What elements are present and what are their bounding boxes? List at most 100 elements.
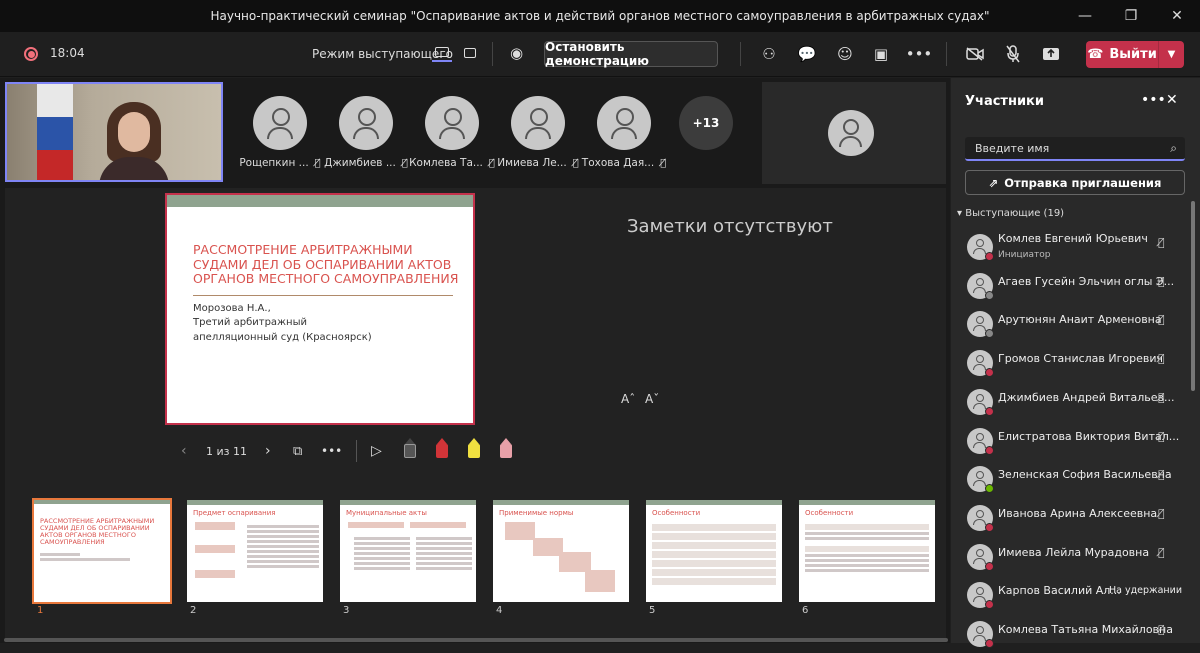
slide-thumbnail[interactable]: Муниципальные акты <box>340 500 476 602</box>
more-participants-button[interactable]: +13 <box>679 96 733 150</box>
participant-name: Зеленская София Васильевна <box>998 468 1172 482</box>
stop-sharing-button[interactable]: Остановить демонстрацию <box>544 40 718 68</box>
mic-off-icon[interactable]: 🎙̸ <box>1158 313 1165 326</box>
phone-hangup-icon: ☎ <box>1087 47 1104 62</box>
section-label: Выступающие (19) <box>965 208 1065 219</box>
avatar <box>511 96 565 150</box>
camera-off-icon[interactable] <box>964 43 986 65</box>
meeting-timer: 18:04 <box>50 46 85 60</box>
maximize-button[interactable]: ❐ <box>1108 0 1154 32</box>
mic-off-icon[interactable]: 🎙̸ <box>1158 546 1165 559</box>
mic-off-icon: 🎙̸ <box>314 157 321 169</box>
participant-row[interactable]: Имиева Лейла Мурадовна 🎙̸ <box>951 540 1200 576</box>
slide-thumbnail[interactable]: Применимые нормы <box>493 500 629 602</box>
participants-icon[interactable]: ⚇ <box>758 43 780 65</box>
participant-tile[interactable]: Тохова Дая... 🎙̸ <box>581 96 667 169</box>
chat-icon[interactable]: 💬 <box>796 43 818 65</box>
send-invite-button[interactable]: ⇗ Отправка приглашения <box>965 170 1185 195</box>
mic-off-icon[interactable]: 🎙̸ <box>1158 468 1165 481</box>
meeting-toolbar: 18:04 Режим выступающего ◉ Остановить де… <box>0 32 1200 77</box>
participant-tile[interactable]: Комлева Та... 🎙̸ <box>409 96 495 169</box>
slide-counter: 1 из 11 <box>206 444 247 458</box>
close-button[interactable]: ✕ <box>1154 0 1200 32</box>
more-actions-icon[interactable]: ••• <box>906 43 933 65</box>
participant-row[interactable]: Арутюнян Анаит Арменовна 🎙̸ <box>951 307 1200 343</box>
participant-tile[interactable]: Имиева Ле... 🎙̸ <box>495 96 581 169</box>
thumbnail-title: Муниципальные акты <box>346 509 427 517</box>
increase-font-button[interactable]: Aˆ <box>621 392 635 406</box>
participant-row[interactable]: Карпов Василий Ал... На удержании <box>951 578 1200 614</box>
thumbnail-number: 5 <box>649 605 656 616</box>
speaker-notes: Заметки отсутствуют <box>627 216 833 237</box>
leave-button[interactable]: ☎ Выйти ▼ <box>1086 41 1184 68</box>
participant-name: Громов Станислав Игоревич <box>998 352 1164 366</box>
status-dot <box>985 445 994 455</box>
decrease-font-button[interactable]: Aˇ <box>645 392 659 406</box>
more-options-icon[interactable]: ••• <box>321 444 342 458</box>
mic-off-icon[interactable]: 🎙̸ <box>1158 623 1165 636</box>
mic-off-icon[interactable]: 🎙̸ <box>1158 236 1165 249</box>
thumbnail-number: 1 <box>37 605 44 616</box>
mic-off-icon[interactable]: 🎙̸ <box>1158 391 1165 404</box>
slide-author: Морозова Н.А., <box>193 302 271 314</box>
slide-thumbnail[interactable]: Особенности <box>646 500 782 602</box>
minimize-button[interactable]: — <box>1062 0 1108 32</box>
participant-name: Карпов Василий Ал... <box>998 584 1121 598</box>
thumbnail-scrollbar[interactable] <box>4 638 948 642</box>
more-options-icon[interactable]: ••• <box>1141 92 1166 108</box>
eye-icon[interactable]: ◉ <box>510 44 523 62</box>
participant-role: Инициатор <box>998 250 1051 260</box>
participant-name: Джимбиев ... <box>324 157 396 169</box>
mic-off-icon[interactable] <box>1002 43 1024 65</box>
participant-row[interactable]: Джимбиев Андрей Витальев... 🎙̸ <box>951 385 1200 421</box>
status-dot <box>985 522 994 532</box>
participant-row[interactable]: Елистратова Виктория Витал... 🎙̸ <box>951 424 1200 460</box>
participant-row[interactable]: Иванова Арина Алексеевна 🎙̸ <box>951 501 1200 537</box>
mic-off-icon[interactable]: 🎙̸ <box>1158 352 1165 365</box>
presenter-video-tile[interactable] <box>5 82 223 182</box>
highlighter-icon[interactable] <box>467 438 481 460</box>
participant-row[interactable]: Зеленская София Васильевна 🎙̸ <box>951 462 1200 498</box>
rooms-icon[interactable]: ▣ <box>870 43 892 65</box>
participant-video-tile[interactable] <box>762 82 946 184</box>
slide-grid-icon[interactable]: ⧉ <box>293 444 302 459</box>
participant-name: Иванова Арина Алексеевна <box>998 506 1158 520</box>
reactions-icon[interactable]: ☺ <box>834 43 856 65</box>
mic-off-icon[interactable]: 🎙̸ <box>1158 430 1165 443</box>
participant-row[interactable]: Комлев Евгений Юрьевич Инициатор 🎙̸ <box>951 230 1200 266</box>
status-dot <box>985 561 994 571</box>
avatar <box>339 96 393 150</box>
next-slide-button[interactable]: › <box>265 443 271 459</box>
status-dot <box>985 329 994 339</box>
participant-tile[interactable]: Джимбиев ... 🎙̸ <box>323 96 409 169</box>
mic-off-icon: 🎙̸ <box>488 157 495 169</box>
participant-tile[interactable]: Рощепкин ... 🎙̸ <box>237 96 323 169</box>
status-dot <box>985 600 994 610</box>
participant-row[interactable]: Агаев Гусейн Эльчин оглы Э... 🎙̸ <box>951 269 1200 305</box>
prev-slide-button[interactable]: ‹ <box>181 443 187 459</box>
eraser-icon[interactable] <box>499 438 513 460</box>
pen-red-icon[interactable] <box>435 438 449 460</box>
participant-row[interactable]: Комлева Татьяна Михайловна 🎙̸ <box>951 617 1200 653</box>
pen-black-icon[interactable] <box>403 438 417 460</box>
share-tray-icon[interactable] <box>1040 43 1062 65</box>
flag-image <box>37 84 73 180</box>
mic-off-icon[interactable]: 🎙̸ <box>1158 275 1165 288</box>
slide-thumbnail[interactable]: Особенности <box>799 500 935 602</box>
search-input[interactable]: Введите имя ⌕ <box>965 137 1185 161</box>
slide-thumbnail[interactable]: РАССМОТРЕНИЕ АРБИТРАЖНЫМИ СУДАМИ ДЕЛ ОБ … <box>32 498 172 604</box>
presenters-section-header[interactable]: ▾ Выступающие (19) <box>957 208 1064 219</box>
participant-name: Имиева Лейла Мурадовна <box>998 545 1150 559</box>
panel-scrollbar[interactable] <box>1191 201 1195 391</box>
meeting-stage: Рощепкин ... 🎙̸ Джимбиев ... 🎙̸ Комлева Та… <box>0 78 950 643</box>
chevron-down-icon[interactable]: ▼ <box>1158 41 1184 68</box>
close-icon[interactable]: ✕ <box>1166 92 1178 108</box>
slide-thumbnail[interactable]: Предмет оспаривания <box>187 500 323 602</box>
avatar <box>828 110 874 156</box>
presenter-mode-side-icon[interactable] <box>460 44 480 62</box>
participant-row[interactable]: Громов Станислав Игоревич 🎙̸ <box>951 346 1200 382</box>
laser-pointer-icon[interactable]: ▷ <box>371 443 382 459</box>
participant-name: Агаев Гусейн Эльчин оглы Э... <box>998 274 1175 288</box>
mic-off-icon[interactable]: 🎙̸ <box>1158 507 1165 520</box>
presenter-mode-standout-icon[interactable] <box>432 44 452 62</box>
